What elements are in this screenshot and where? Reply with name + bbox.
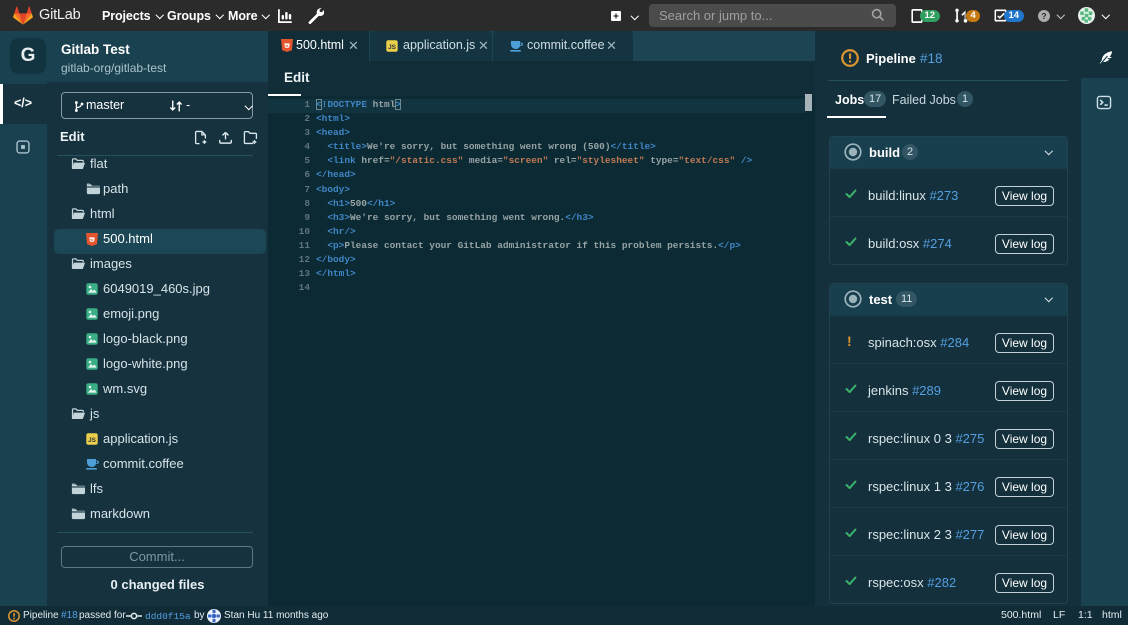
svg-text:?: ? xyxy=(1041,11,1046,21)
